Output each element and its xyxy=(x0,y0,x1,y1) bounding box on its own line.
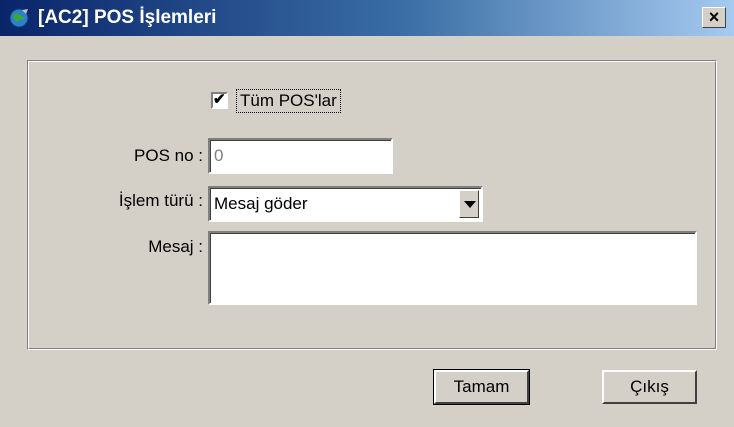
check-icon: ✔ xyxy=(213,91,226,108)
pos-no-label: POS no : xyxy=(134,146,203,165)
operation-type-select[interactable]: Mesaj göder xyxy=(208,186,483,222)
operation-type-value: Mesaj göder xyxy=(214,194,308,213)
window-title: [AC2] POS İşlemleri xyxy=(38,7,217,28)
exit-button-label: Çıkış xyxy=(630,377,669,396)
chevron-down-icon xyxy=(464,201,476,208)
message-label: Mesaj : xyxy=(148,237,203,256)
dropdown-button[interactable] xyxy=(459,190,479,218)
message-textarea[interactable] xyxy=(208,231,697,305)
ok-button[interactable]: Tamam xyxy=(433,369,530,405)
close-button[interactable]: × xyxy=(702,7,726,28)
globe-icon xyxy=(9,8,29,28)
pos-no-input[interactable] xyxy=(208,138,393,174)
all-pos-checkbox[interactable]: ✔ xyxy=(211,91,228,109)
exit-button[interactable]: Çıkış xyxy=(602,370,697,404)
title-bar[interactable]: [AC2] POS İşlemleri × xyxy=(0,0,734,36)
operation-type-label: İşlem türü : xyxy=(118,191,203,210)
pos-operations-dialog: [AC2] POS İşlemleri × ✔ Tüm POS'lar POS … xyxy=(0,0,734,427)
all-pos-label[interactable]: Tüm POS'lar xyxy=(236,89,341,113)
ok-button-label: Tamam xyxy=(453,377,510,396)
